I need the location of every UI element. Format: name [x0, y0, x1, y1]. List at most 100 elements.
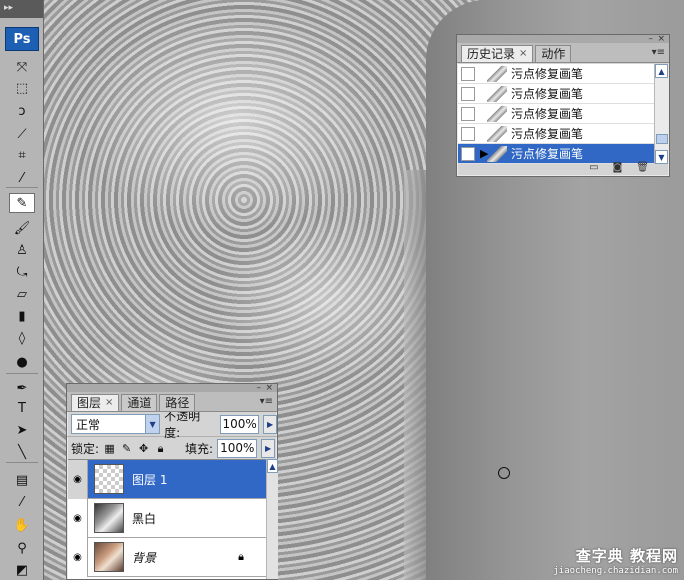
blend-mode-value: 正常 [76, 417, 101, 432]
spot-healing-brush-icon [487, 105, 507, 122]
history-source-checkbox[interactable] [461, 66, 475, 81]
crop-tool-icon[interactable]: ⌗ [9, 145, 35, 165]
tab-actions[interactable]: 动作 [535, 45, 572, 62]
panel-titlebar[interactable]: – × [67, 384, 277, 393]
scroll-up-icon[interactable]: ▲ [267, 459, 278, 473]
lasso-tool-icon[interactable]: ↄ [9, 101, 35, 121]
path-selection-tool-icon[interactable]: ➤ [9, 420, 35, 440]
delete-state-icon[interactable]: 🗑 [636, 162, 649, 176]
zoom-tool-icon[interactable]: ⚲ [9, 538, 35, 558]
history-state[interactable]: 污点修复画笔 [458, 84, 654, 104]
magic-wand-tool-icon[interactable]: ⟋ [9, 124, 35, 144]
watermark-url: jiaocheng.chazidian.com [553, 566, 678, 576]
close-icon[interactable]: × [657, 35, 665, 44]
visibility-eye-icon[interactable]: ◉ [68, 459, 88, 499]
fill-label: 填充: [185, 442, 214, 456]
eraser-tool-icon[interactable]: ▱ [9, 284, 35, 304]
layers-panel: – × 图层 × 通道 路径 ▾≡ 正常 ▼ 不透明度: 100% ▶ 锁定: … [66, 383, 278, 580]
lock-transparency-icon[interactable]: ▦ [103, 442, 116, 455]
opacity-slider-button[interactable]: ▶ [263, 414, 277, 434]
pen-tool-icon[interactable]: ✒ [9, 378, 35, 398]
scroll-up-icon[interactable]: ▲ [655, 64, 668, 78]
tab-close-icon[interactable]: × [105, 395, 113, 411]
line-tool-icon[interactable]: ╲ [9, 442, 35, 462]
fill-input[interactable]: 100% [217, 439, 258, 458]
layer-row[interactable]: ◉ 图层 1 [68, 459, 266, 499]
blur-tool-icon[interactable]: ◊ [9, 328, 35, 348]
tab-channels[interactable]: 通道 [121, 394, 158, 411]
history-state[interactable]: 污点修复画笔 [458, 104, 654, 124]
history-state-label: 污点修复画笔 [511, 87, 584, 101]
blend-mode-select[interactable]: 正常 ▼ [71, 414, 161, 434]
panel-menu-icon[interactable]: ▾≡ [652, 47, 665, 58]
history-state[interactable]: 污点修复画笔 [458, 124, 654, 144]
history-source-checkbox[interactable] [461, 146, 475, 161]
layer-thumbnail [94, 542, 124, 572]
chevron-down-icon[interactable]: ▼ [145, 415, 160, 433]
eyedropper-tool-icon[interactable]: ⁄ [9, 168, 35, 188]
clone-stamp-tool-icon[interactable]: ♙ [9, 240, 35, 260]
panel-menu-icon[interactable]: ▾≡ [260, 396, 273, 407]
tab-paths-label: 路径 [165, 396, 190, 410]
minimize-icon[interactable]: – [257, 384, 262, 393]
fill-slider-button[interactable]: ▶ [261, 439, 276, 458]
layers-scrollbar[interactable]: ▲ [266, 459, 278, 579]
opacity-input[interactable]: 100% [219, 414, 260, 434]
tab-close-icon[interactable]: × [519, 46, 527, 62]
layer-list: ◉ 图层 1 ◉ 黑白 ◉ 背景 🔒︎ [68, 459, 266, 579]
new-document-from-state-icon[interactable]: ▭ [589, 162, 598, 176]
tab-history[interactable]: 历史记录 × [461, 45, 534, 62]
tab-layers[interactable]: 图层 × [71, 394, 120, 411]
blend-row: 正常 ▼ 不透明度: 100% ▶ [67, 409, 277, 440]
tab-channels-label: 通道 [127, 396, 152, 410]
spot-healing-brush-tool-icon[interactable]: ✎ [9, 193, 35, 213]
dodge-tool-icon[interactable]: ● [9, 352, 35, 372]
tab-paths[interactable]: 路径 [159, 394, 196, 411]
toolbox-separator [6, 373, 38, 374]
spot-healing-brush-icon [487, 145, 507, 162]
history-source-checkbox[interactable] [461, 126, 475, 141]
close-icon[interactable]: × [265, 384, 273, 393]
type-tool-icon[interactable]: T [9, 398, 35, 418]
layer-lock-icon: 🔒︎ [238, 550, 244, 563]
photoshop-logo[interactable]: Ps [5, 27, 39, 51]
notes-tool-icon[interactable]: ▤ [9, 470, 35, 490]
new-snapshot-icon[interactable]: ◙ [613, 162, 623, 176]
lock-all-icon[interactable]: 🔒︎ [154, 442, 167, 455]
visibility-eye-icon[interactable]: ◉ [68, 537, 88, 577]
panel-titlebar[interactable]: – × [457, 35, 669, 44]
marquee-tool-icon[interactable]: ⬚ [9, 78, 35, 98]
history-tabs: 历史记录 × 动作 ▾≡ [457, 43, 669, 63]
move-tool-icon[interactable]: ⤧ [9, 57, 35, 77]
lock-pixels-icon[interactable]: ✎ [120, 442, 133, 455]
history-source-checkbox[interactable] [461, 86, 475, 101]
history-source-checkbox[interactable] [461, 106, 475, 121]
minimize-icon[interactable]: – [649, 35, 654, 44]
history-footer: ▭ ◙ 🗑 [457, 162, 669, 176]
layer-name: 背景 [132, 550, 157, 565]
history-source-arrow-icon: ▶ [480, 147, 489, 160]
visibility-eye-icon[interactable]: ◉ [68, 498, 88, 538]
layer-row[interactable]: ◉ 背景 🔒︎ [68, 537, 266, 577]
tab-history-label: 历史记录 [467, 47, 516, 61]
history-state-label: 污点修复画笔 [511, 147, 584, 161]
watermark-title: 查字典 教程网 [575, 547, 678, 565]
history-panel: – × 历史记录 × 动作 ▾≡ 污点修复画笔 污点修复画笔 污点修复画笔 污点修复画… [456, 34, 670, 177]
gradient-tool-icon[interactable]: ▮ [9, 306, 35, 326]
history-brush-tool-icon[interactable]: ⤿ [9, 262, 35, 282]
color-swatch-icon[interactable]: ◩ [9, 560, 35, 580]
scroll-thumb[interactable] [656, 134, 668, 144]
lock-position-icon[interactable]: ✥ [137, 442, 150, 455]
brush-tool-icon[interactable]: 🖌 [9, 218, 35, 238]
history-state[interactable]: ▶ 污点修复画笔 [458, 144, 654, 164]
eyedropper2-tool-icon[interactable]: ⁄ [9, 492, 35, 512]
hand-tool-icon[interactable]: ✋ [9, 515, 35, 535]
history-scrollbar[interactable]: ▲ ▼ [654, 64, 668, 164]
watermark: 查字典 教程网 jiaocheng.chazidian.com [553, 545, 678, 576]
spot-healing-brush-icon [487, 125, 507, 142]
lock-label: 锁定: [71, 442, 100, 456]
toolbox-header[interactable]: ▸▸ [0, 0, 43, 18]
layer-row[interactable]: ◉ 黑白 [68, 498, 266, 538]
history-state[interactable]: 污点修复画笔 [458, 64, 654, 84]
layer-thumbnail [94, 503, 124, 533]
